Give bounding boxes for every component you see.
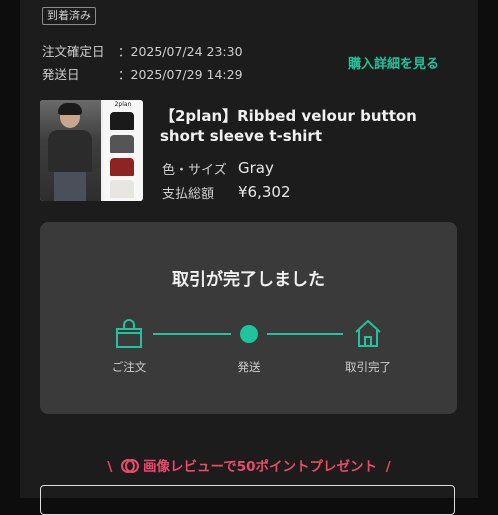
progress-track-2 xyxy=(267,333,343,335)
home-icon xyxy=(355,319,381,347)
swatch-gray xyxy=(110,135,134,153)
points-coin-icon xyxy=(121,459,139,473)
shipped-date-value: ：2025/07/29 14:29 xyxy=(118,67,243,82)
promo-text: 画像レビューで50ポイントプレゼント xyxy=(143,459,377,475)
color-size-label: 色・サイズ xyxy=(162,163,227,178)
model-photo xyxy=(40,100,101,201)
confirmed-date-row: 注文確定日 ：2025/07/24 23:30 xyxy=(42,41,243,60)
status-badge: 到着済み xyxy=(42,7,96,25)
color-size-row: 色・サイズ Gray xyxy=(162,159,274,178)
shopping-bag-icon xyxy=(116,319,142,348)
total-label: 支払総額 xyxy=(162,187,215,202)
confirmed-date-value: ：2025/07/24 23:30 xyxy=(118,44,243,59)
confirmed-date-label: 注文確定日 xyxy=(42,44,105,59)
progress-track-1 xyxy=(153,333,231,335)
review-promo-banner[interactable]: \ 画像レビューで50ポイントプレゼント / xyxy=(0,455,498,475)
total-value: ¥6,302 xyxy=(238,183,291,201)
progress-card: 取引が完了しました ご注文 発送 取引完了 xyxy=(40,222,457,414)
color-size-value: Gray xyxy=(238,159,274,177)
purchase-detail-link[interactable]: 購入詳細を見る xyxy=(348,53,439,72)
swatch-white xyxy=(110,180,134,198)
dot-icon xyxy=(240,325,258,343)
product-thumbnail[interactable]: 2plan xyxy=(40,100,143,201)
promo-deco-left: \ xyxy=(107,459,113,475)
total-row: 支払総額 ¥6,302 xyxy=(162,183,291,202)
shipped-date-row: 発送日 ：2025/07/29 14:29 xyxy=(42,64,243,83)
progress-title: 取引が完了しました xyxy=(172,270,325,290)
write-review-button[interactable] xyxy=(40,485,455,515)
step-label-complete: 取引完了 xyxy=(345,360,391,374)
swatch-red xyxy=(110,158,134,176)
brand-mark: 2plan xyxy=(114,101,132,108)
shipped-date-label: 発送日 xyxy=(42,67,80,82)
product-title[interactable]: 【2plan】Ribbed velour button short sleeve… xyxy=(160,106,450,146)
step-label-shipped: 発送 xyxy=(237,360,261,374)
swatch-black xyxy=(110,112,134,130)
step-label-order: ご注文 xyxy=(111,360,147,374)
promo-deco-right: / xyxy=(385,459,391,475)
